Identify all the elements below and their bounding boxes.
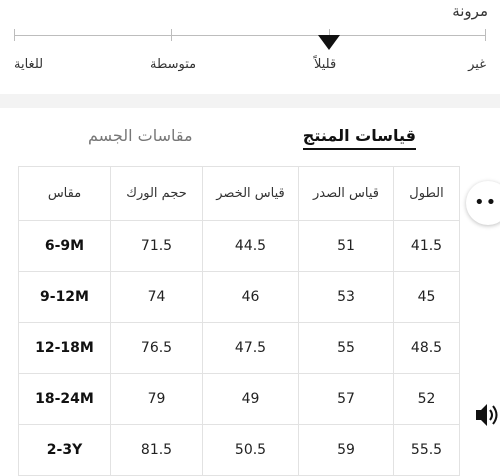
table-row: 12-18M 76.5 47.5 55 48.5 bbox=[18, 322, 460, 374]
cell-size: 12-18M bbox=[18, 322, 111, 374]
cell-hip: 74 bbox=[110, 271, 203, 323]
cell-waist: 46 bbox=[202, 271, 299, 323]
stretch-level-slight: قليلاً bbox=[314, 57, 337, 72]
stretch-scale: غير قليلاً متوسطة للغاية bbox=[14, 29, 486, 73]
table-row: 2-3Y 81.5 50.5 59 55.5 bbox=[18, 424, 460, 476]
tab-product-measurements[interactable]: قياسات المنتج bbox=[302, 126, 416, 150]
cell-hip: 76.5 bbox=[110, 322, 203, 374]
size-table: مقاس حجم الورك قياس الخصر قياس الصدر الط… bbox=[18, 166, 460, 476]
cell-size: 9-12M bbox=[18, 271, 111, 323]
cell-chest: 57 bbox=[298, 373, 394, 425]
cell-hip: 81.5 bbox=[110, 424, 203, 476]
cell-chest: 55 bbox=[298, 322, 394, 374]
cell-chest: 59 bbox=[298, 424, 394, 476]
header-waist: قياس الخصر bbox=[202, 166, 299, 221]
table-row: 18-24M 79 49 57 52 bbox=[18, 373, 460, 425]
section-divider bbox=[0, 94, 500, 108]
cell-length: 48.5 bbox=[393, 322, 460, 374]
cell-length: 45 bbox=[393, 271, 460, 323]
cell-chest: 53 bbox=[298, 271, 394, 323]
size-table-container: مقاس حجم الورك قياس الخصر قياس الصدر الط… bbox=[18, 166, 460, 476]
header-chest: قياس الصدر bbox=[298, 166, 394, 221]
cell-waist: 47.5 bbox=[202, 322, 299, 374]
cell-chest: 51 bbox=[298, 220, 394, 272]
cell-size: 6-9M bbox=[18, 220, 111, 272]
cell-length: 41.5 bbox=[393, 220, 460, 272]
cell-waist: 50.5 bbox=[202, 424, 299, 476]
cell-length: 55.5 bbox=[393, 424, 460, 476]
scale-tick bbox=[485, 29, 486, 41]
more-horizontal-icon: ••• bbox=[474, 192, 500, 213]
stretch-level-medium: متوسطة bbox=[150, 57, 197, 72]
cell-hip: 71.5 bbox=[110, 220, 203, 272]
stretch-level-high: للغاية bbox=[14, 57, 44, 72]
header-length: الطول bbox=[393, 166, 460, 221]
header-hip: حجم الورك bbox=[110, 166, 203, 221]
stretch-title: مرونة bbox=[452, 2, 488, 20]
scale-tick bbox=[14, 29, 15, 41]
stretch-selected-marker bbox=[318, 35, 340, 50]
table-header-row: مقاس حجم الورك قياس الخصر قياس الصدر الط… bbox=[18, 166, 460, 221]
table-row: 9-12M 74 46 53 45 bbox=[18, 271, 460, 323]
stretch-scale-line bbox=[14, 35, 486, 36]
stretch-level-none: غير bbox=[468, 57, 486, 72]
header-size: مقاس bbox=[18, 166, 111, 221]
cell-waist: 49 bbox=[202, 373, 299, 425]
cell-hip: 79 bbox=[110, 373, 203, 425]
table-row: 6-9M 71.5 44.5 51 41.5 bbox=[18, 220, 460, 272]
scale-tick bbox=[171, 29, 172, 41]
cell-length: 52 bbox=[393, 373, 460, 425]
cell-size: 18-24M bbox=[18, 373, 111, 425]
tab-body-measurements[interactable]: مقاسات الجسم bbox=[88, 126, 193, 145]
cell-size: 2-3Y bbox=[18, 424, 111, 476]
cell-waist: 44.5 bbox=[202, 220, 299, 272]
speaker-icon[interactable] bbox=[474, 397, 500, 433]
more-options-button[interactable]: ••• bbox=[466, 181, 500, 225]
